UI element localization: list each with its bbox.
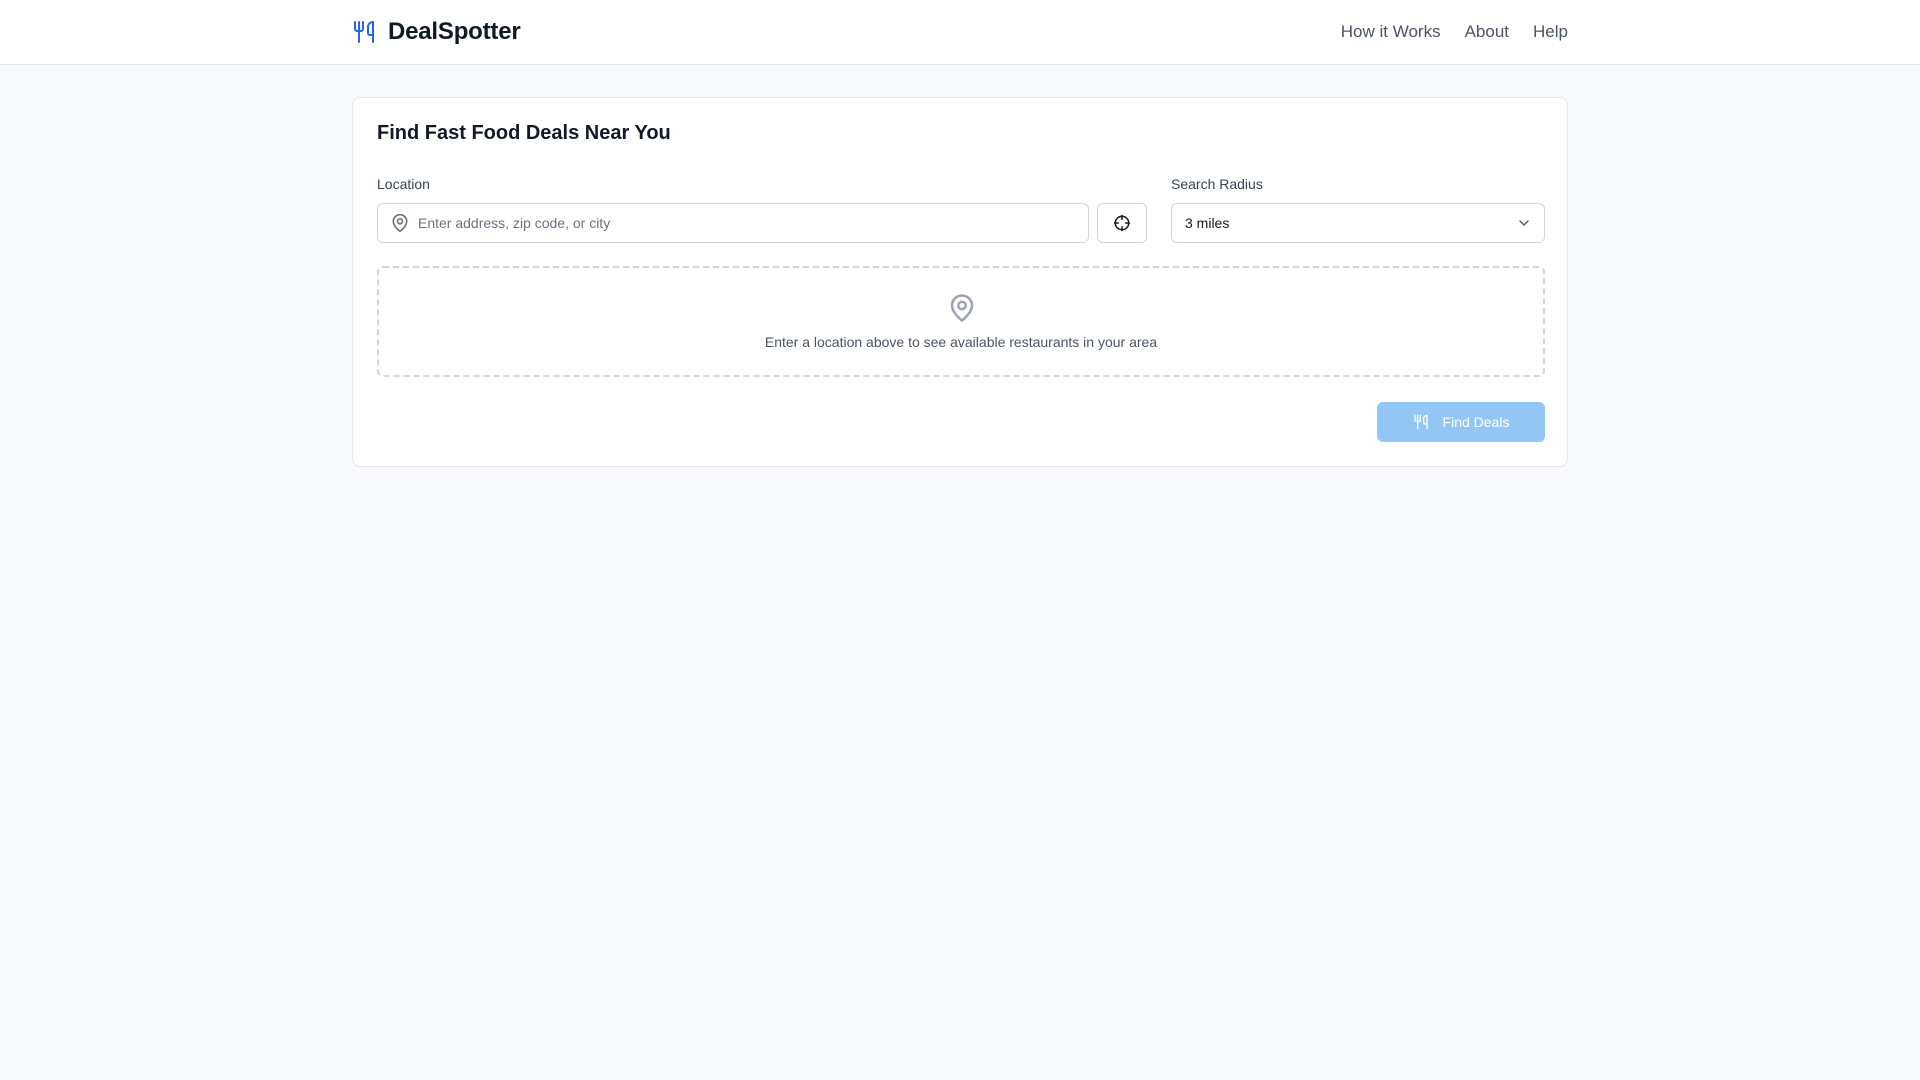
location-input[interactable] <box>418 204 1088 242</box>
empty-state-message: Enter a location above to see available … <box>764 334 1158 350</box>
nav-about[interactable]: About <box>1465 20 1509 44</box>
utensils-icon <box>352 20 376 44</box>
location-label: Location <box>377 176 430 192</box>
main-nav: How it Works About Help <box>1341 20 1568 44</box>
nav-how-it-works[interactable]: How it Works <box>1341 20 1441 44</box>
page-title: Find Fast Food Deals Near You <box>377 122 671 144</box>
brand[interactable]: DealSpotter <box>352 16 521 48</box>
location-field[interactable] <box>377 203 1089 243</box>
chevron-down-icon <box>1516 215 1532 231</box>
deal-search-card: Find Fast Food Deals Near You Location S… <box>352 97 1568 467</box>
nav-help[interactable]: Help <box>1533 20 1568 44</box>
crosshair-icon <box>1113 214 1131 232</box>
use-current-location-button[interactable] <box>1097 203 1147 243</box>
search-radius-label: Search Radius <box>1171 176 1263 192</box>
find-deals-button[interactable]: Find Deals <box>1377 402 1545 442</box>
map-pin-icon <box>947 292 977 324</box>
map-pin-icon <box>390 213 410 233</box>
brand-name: DealSpotter <box>388 18 521 45</box>
search-radius-select[interactable]: 3 miles <box>1171 203 1545 243</box>
top-navbar: DealSpotter How it Works About Help <box>0 0 1920 65</box>
find-deals-label: Find Deals <box>1442 414 1510 430</box>
utensils-icon <box>1413 414 1429 430</box>
empty-state: Enter a location above to see available … <box>377 266 1545 377</box>
search-radius-value: 3 miles <box>1185 215 1230 231</box>
